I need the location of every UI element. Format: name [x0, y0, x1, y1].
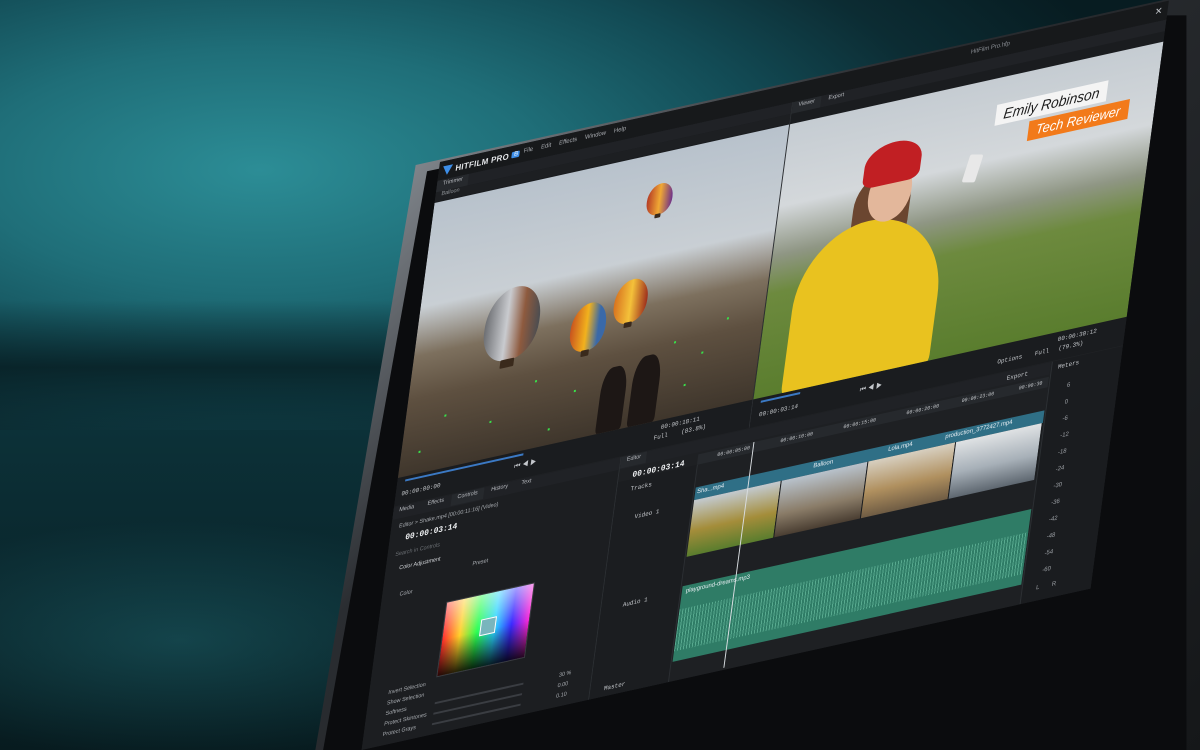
meter-channel-r: R [1051, 580, 1057, 589]
meter-scale-m36: -36 [1050, 498, 1061, 507]
meter-scale-6: 6 [1066, 382, 1071, 390]
tracks-label: Tracks [630, 480, 653, 493]
clip-label-balloon: Balloon [812, 459, 834, 470]
person-left [594, 363, 630, 435]
meter-scale-m30: -30 [1052, 481, 1063, 490]
trimmer-quality[interactable]: Full [653, 431, 668, 441]
meter-channel-l: L [1035, 584, 1040, 592]
ruler-mark-6: 00:00:30 [1018, 380, 1043, 392]
master-track-label: Master [603, 680, 626, 693]
meters-title: Meters [1057, 358, 1080, 371]
balloon-large [479, 280, 545, 367]
effect-name[interactable]: Color Adjustment [399, 556, 441, 571]
menu-file[interactable]: File [523, 146, 533, 154]
search-controls-input[interactable]: Search in Controls [395, 542, 440, 558]
menu-help[interactable]: Help [613, 126, 626, 135]
viewer-play-icon[interactable]: ⏮ ◀ ▶ [859, 382, 882, 395]
play-icon[interactable]: ⏮ ◀ ▶ [513, 458, 537, 471]
meter-scale-m12: -12 [1059, 431, 1070, 440]
menu-effects[interactable]: Effects [559, 137, 578, 147]
person-right [626, 352, 664, 428]
window-title: HitFilm Pro.hfp [970, 40, 1011, 56]
hitfilm-logo-icon [442, 163, 454, 176]
softness-value[interactable]: 30 % [558, 670, 571, 679]
color-picker-selection[interactable] [479, 616, 498, 637]
softness-slider[interactable] [434, 682, 524, 705]
menu-window[interactable]: Window [584, 130, 606, 141]
meter-scale-m24: -24 [1055, 464, 1065, 474]
meter-scale-m54: -54 [1044, 548, 1054, 558]
preset-label[interactable]: Preset [472, 558, 489, 568]
close-icon[interactable]: ✕ [1154, 5, 1163, 18]
meter-scale-m48: -48 [1046, 532, 1056, 541]
protect-skintones-value[interactable]: 0.00 [557, 681, 568, 690]
logo-badge: B [511, 150, 521, 159]
color-picker[interactable] [436, 582, 536, 678]
protect-grays-value[interactable]: 0.10 [556, 691, 567, 700]
trimmer-timecode-in: 00:00:00:00 [400, 481, 441, 498]
video-track-label: Video 1 [634, 507, 660, 521]
audio-clip-label: playground-dreams.mp3 [685, 574, 751, 595]
meter-scale-m42: -42 [1048, 515, 1058, 524]
meter-scale-0: 0 [1064, 398, 1069, 406]
meter-scale-m18: -18 [1057, 448, 1067, 457]
softness-label: Softness [385, 706, 408, 718]
color-label: Color [399, 588, 413, 599]
menu-edit[interactable]: Edit [541, 142, 552, 151]
balloon-orange [567, 298, 610, 355]
phone [961, 154, 984, 183]
balloon-distant [644, 180, 675, 218]
viewer-timecode: 00:00:03:14 [758, 402, 799, 419]
woman-hat [861, 135, 925, 190]
protect-skintones-slider[interactable] [433, 693, 523, 715]
viewer-options[interactable]: Options [997, 353, 1023, 366]
meter-scale-m60: -60 [1041, 565, 1052, 574]
viewer-quality[interactable]: Full [1034, 347, 1049, 357]
balloon-yellow [611, 275, 651, 327]
meter-scale-m6: -6 [1061, 415, 1069, 423]
audio-track-label: Audio 1 [622, 595, 649, 609]
